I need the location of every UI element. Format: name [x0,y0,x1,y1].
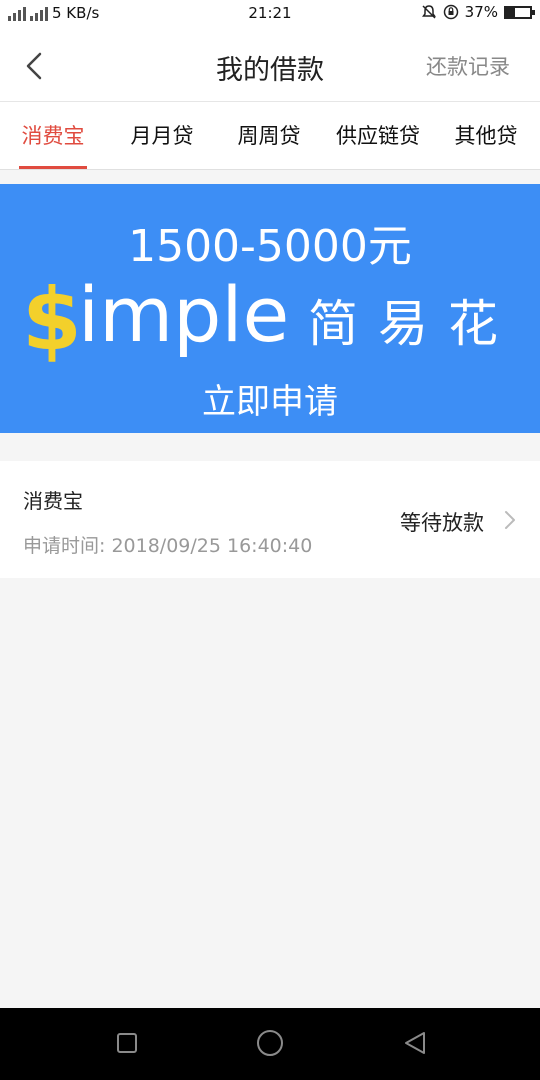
nav-bar: 我的借款 还款记录 [0,28,540,102]
apply-time-value: 2018/09/25 16:40:40 [111,535,313,557]
triangle-back-icon[interactable] [402,1030,428,1056]
tab-xiaofeibao[interactable]: 消费宝 [19,120,87,150]
active-tab-indicator [19,166,87,169]
chevron-right-icon [505,511,515,529]
battery-icon [504,5,535,19]
banner-dollar-sign: $ [22,270,82,370]
loan-record-item[interactable]: 消费宝 申请时间: 2018/09/25 16:40:40 等待放款 [0,461,540,578]
status-bar: 5 KB/s 21:21 37% [0,0,540,28]
loan-type-tabs: 消费宝 月月贷 周周贷 供应链贷 其他贷 [0,102,540,170]
rotation-lock-icon [443,4,458,20]
repayment-records-link[interactable]: 还款记录 [426,51,510,81]
circle-icon[interactable] [256,1029,284,1057]
loan-apply-time: 申请时间: 2018/09/25 16:40:40 [23,531,312,558]
mute-bell-icon [421,5,436,19]
square-icon[interactable] [116,1032,138,1054]
loan-status: 等待放款 [400,511,484,535]
status-right: 37% [421,3,535,21]
tab-yueyuedai[interactable]: 月月贷 [126,120,198,150]
banner-brand-cn: 简易花 [308,295,518,353]
tab-supply-chain[interactable]: 供应链贷 [331,120,425,150]
tab-zhouzhoudai[interactable]: 周周贷 [233,120,305,150]
system-nav-bar [0,1008,540,1080]
loan-product-name: 消费宝 [23,489,83,513]
banner-amount-range: 1500-5000元 [128,221,412,272]
promo-banner[interactable]: 1500-5000元 $ imple 简易花 立即申请 [0,184,540,433]
apply-time-label: 申请时间: [23,535,106,557]
apply-now-button[interactable]: 立即申请 [0,374,540,423]
tab-other[interactable]: 其他贷 [450,120,522,150]
battery-level [506,7,515,17]
banner-brand-word: imple [78,270,290,359]
battery-percent: 37% [464,3,498,21]
